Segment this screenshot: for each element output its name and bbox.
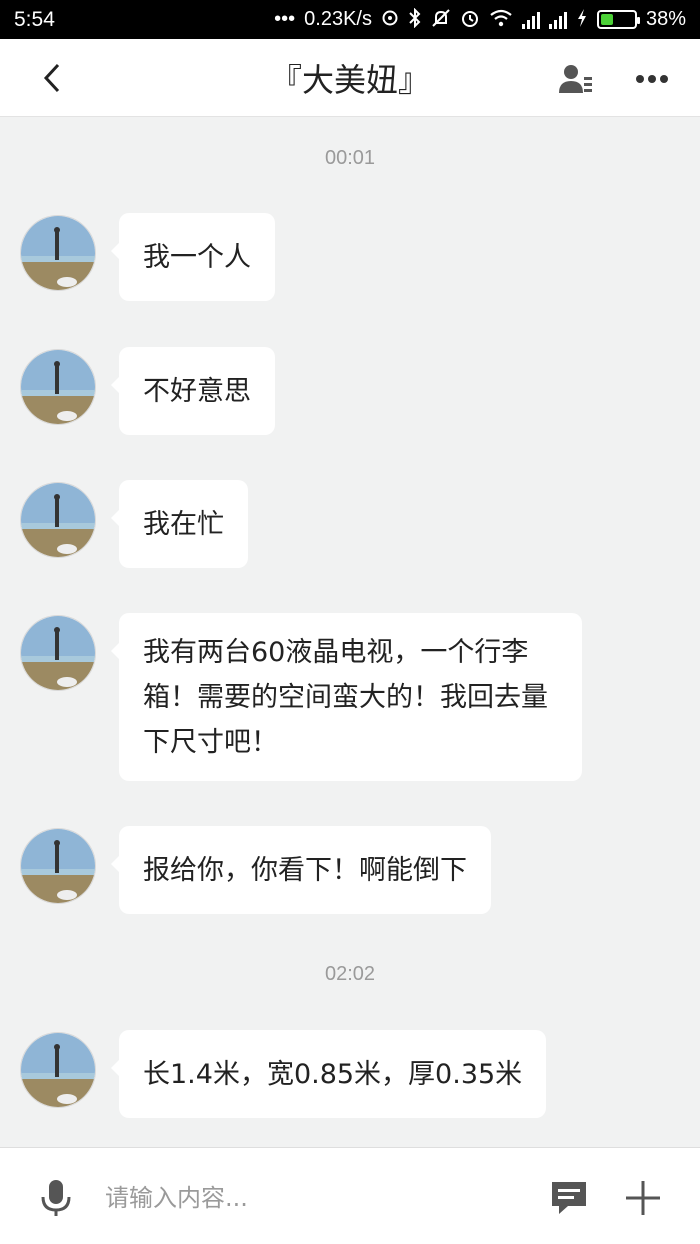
mute-bell-icon xyxy=(431,8,451,31)
avatar[interactable] xyxy=(20,482,96,558)
contact-info-button[interactable] xyxy=(556,59,596,99)
message-bubble[interactable]: 长1.4米，宽0.85米，厚0.35米 xyxy=(110,1030,547,1118)
bluetooth-icon xyxy=(408,7,422,31)
avatar[interactable] xyxy=(20,215,96,291)
chat-area[interactable]: 00:01 我一个人 不好意思 我在忙 我有两台60液晶电视，一个行李箱！需要的… xyxy=(0,117,700,1147)
battery-icon xyxy=(596,10,640,29)
network-speed: 0.23K/s xyxy=(304,8,372,30)
status-bar: 5:54 ••• 0.23K/s 38% xyxy=(0,0,700,39)
message-bubble[interactable]: 我有两台60液晶电视，一个行李箱！需要的空间蛮大的！我回去量下尺寸吧！ xyxy=(111,613,582,781)
signal-icon xyxy=(521,11,540,29)
more-dots-icon xyxy=(636,75,668,83)
chat-header: 『大美妞』 xyxy=(0,39,700,117)
chat-bubble-icon xyxy=(552,1182,586,1214)
battery-percent: 38% xyxy=(645,8,686,30)
voice-button[interactable] xyxy=(36,1178,76,1218)
input-bar xyxy=(0,1147,700,1244)
message-bubble[interactable]: 我一个人 xyxy=(111,213,275,301)
avatar[interactable] xyxy=(20,349,96,425)
timestamp: 02:02 xyxy=(324,963,376,985)
back-button[interactable] xyxy=(30,56,74,100)
chevron-left-icon xyxy=(43,63,60,93)
plus-icon xyxy=(626,1181,660,1215)
chat-title: 『大美妞』 xyxy=(269,60,430,99)
charging-icon xyxy=(576,8,588,31)
signal-2-icon xyxy=(548,11,567,29)
message-bubble[interactable]: 不好意思 xyxy=(111,347,275,435)
status-time: 5:54 xyxy=(14,7,55,31)
avatar[interactable] xyxy=(20,828,96,904)
status-dots: ••• xyxy=(274,8,296,30)
status-icons: ••• 0.23K/s 38% xyxy=(274,7,686,31)
avatar[interactable] xyxy=(20,615,96,691)
plus-button[interactable] xyxy=(621,1176,665,1220)
more-button[interactable] xyxy=(630,59,674,99)
message-bubble[interactable]: 我在忙 xyxy=(111,480,248,568)
battery-fill xyxy=(600,14,614,25)
timestamp: 00:01 xyxy=(324,147,376,169)
wifi-icon xyxy=(489,9,513,30)
message-bubble[interactable]: 报给你，你看下！啊能倒下 xyxy=(111,826,491,914)
message-input[interactable] xyxy=(105,1176,525,1220)
sync-icon xyxy=(381,9,399,30)
alarm-icon xyxy=(460,8,480,31)
person-detail-icon xyxy=(559,65,592,93)
avatar[interactable] xyxy=(20,1032,96,1108)
microphone-icon xyxy=(41,1180,71,1216)
quick-reply-button[interactable] xyxy=(549,1178,589,1218)
